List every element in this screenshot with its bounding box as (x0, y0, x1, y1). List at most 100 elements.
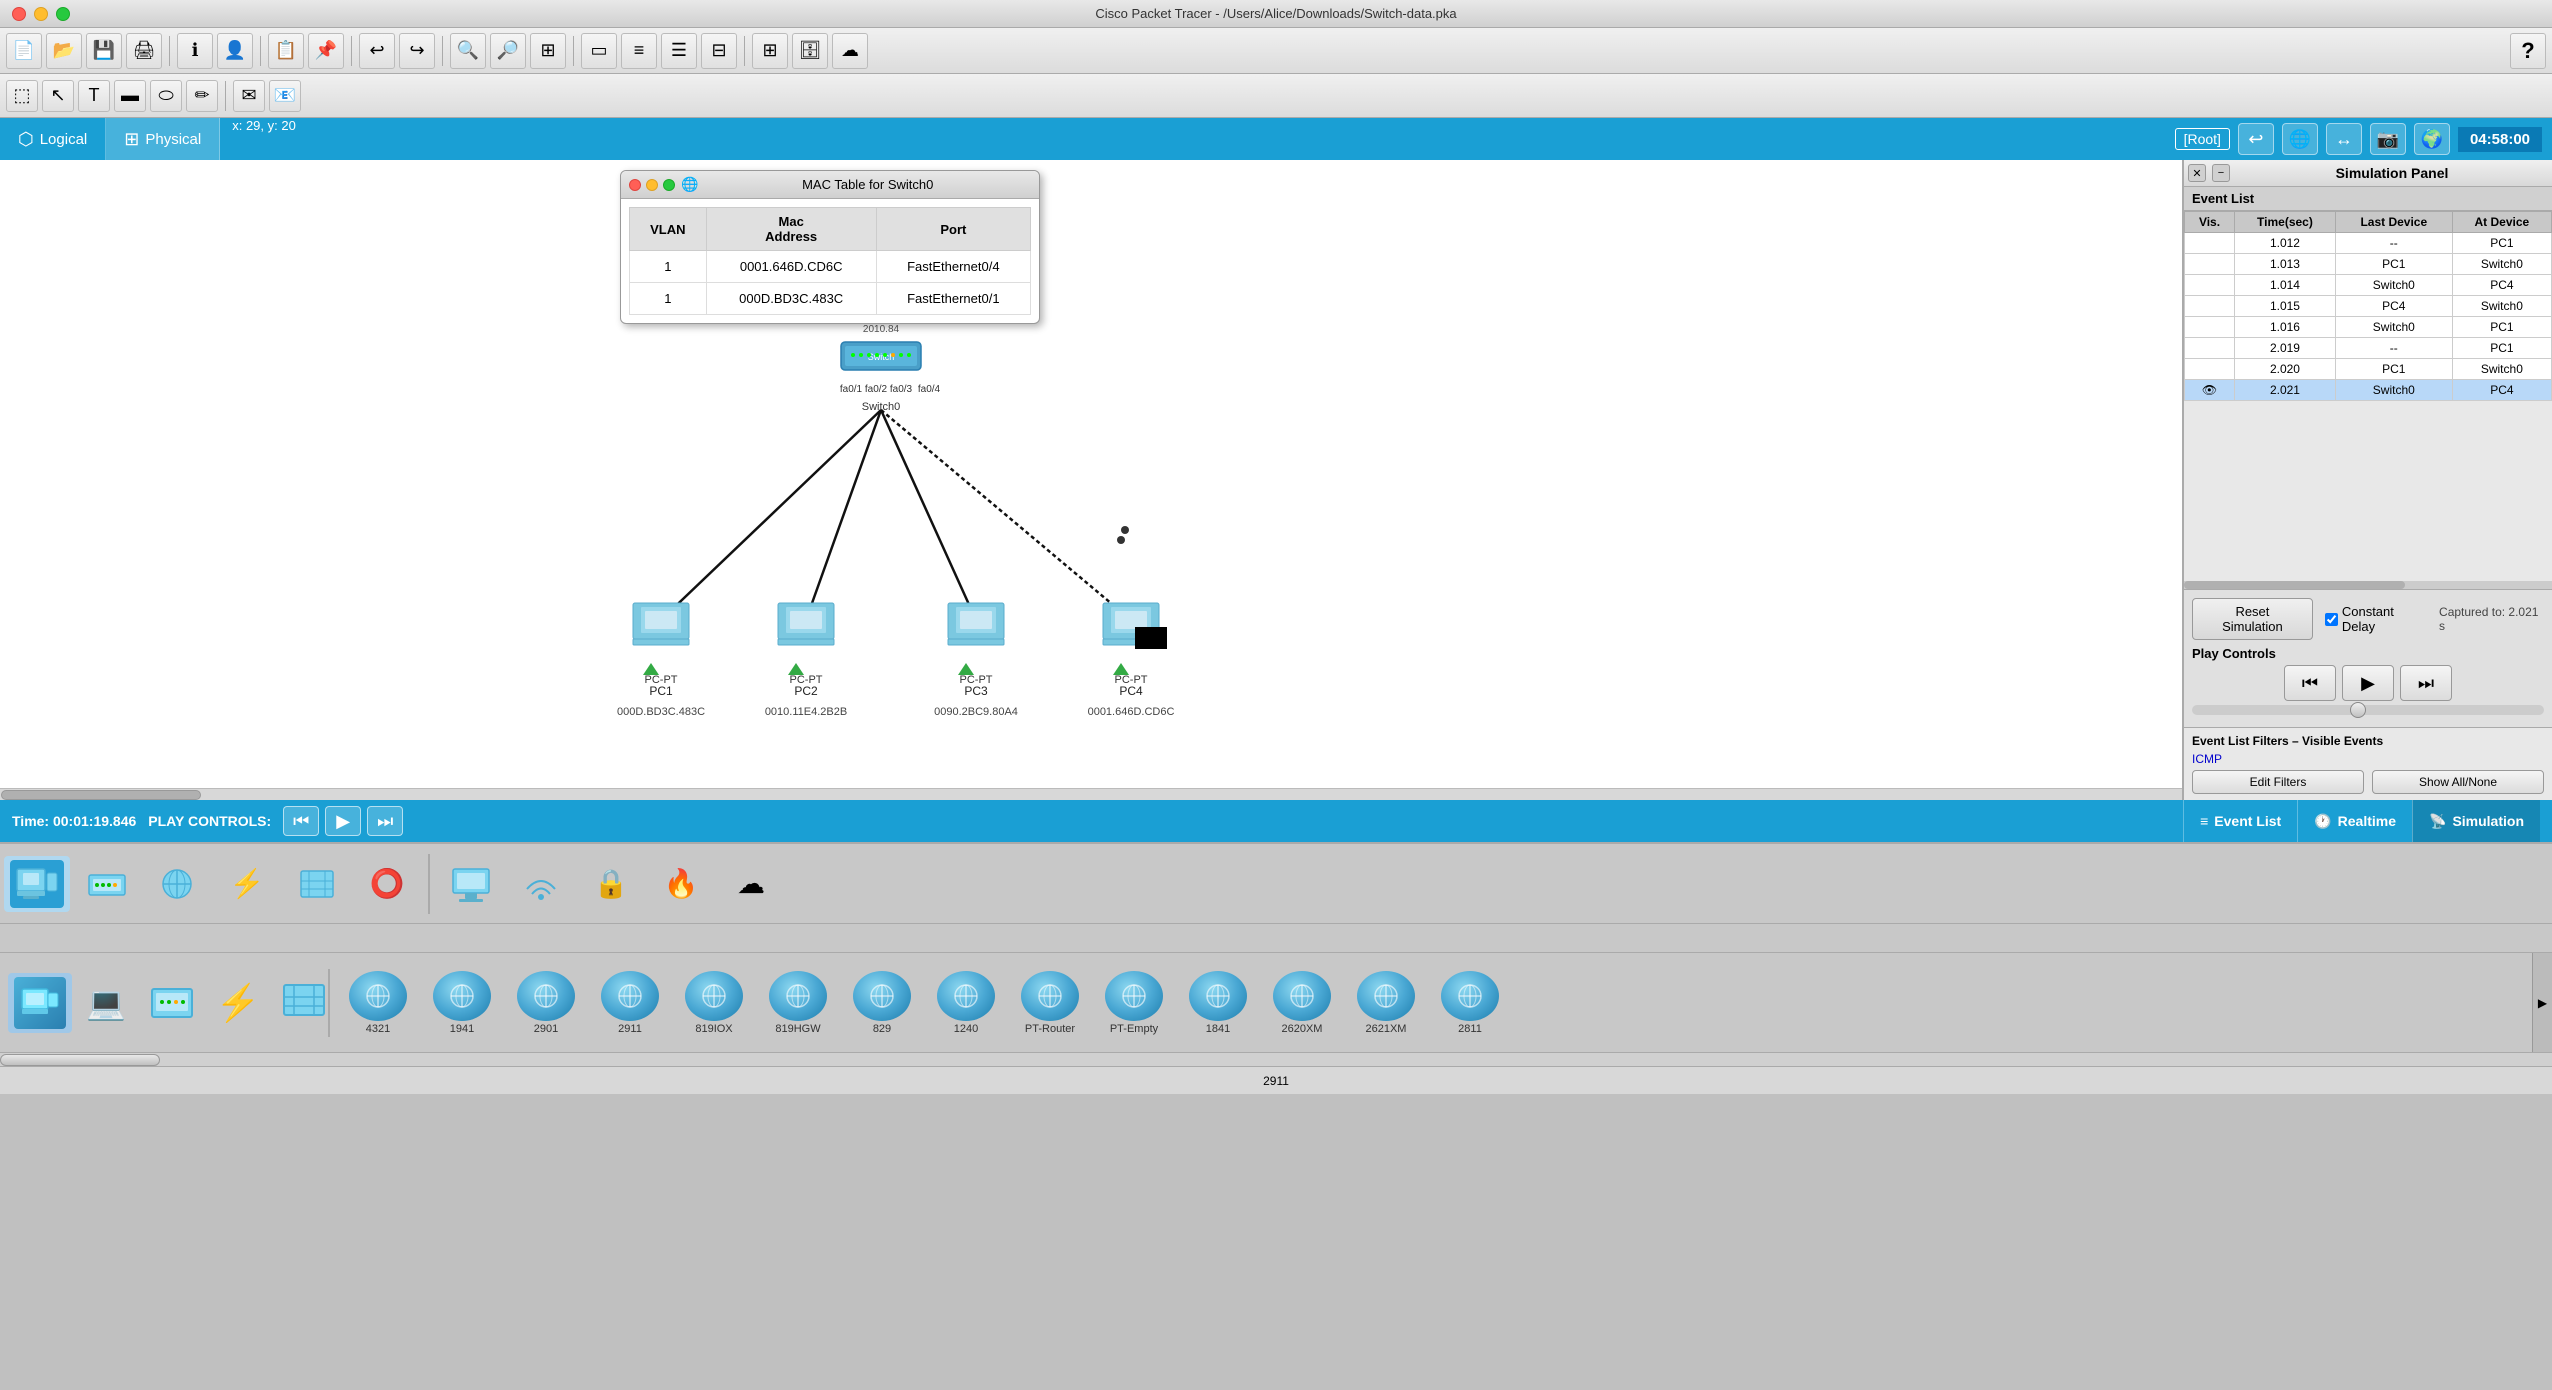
event-scrollbar[interactable] (2184, 581, 2552, 589)
canvas-scrollbar-thumb[interactable] (1, 790, 201, 800)
table-button[interactable]: ⊞ (752, 33, 788, 69)
pc2-device[interactable]: PC-PT PC2 0010.11E4.2B2B (765, 603, 847, 718)
cloud-button[interactable]: ☁ (832, 33, 868, 69)
palette-item-5[interactable] (272, 973, 330, 1033)
palette-cat-monitor[interactable] (438, 856, 504, 912)
zoom-fit-button[interactable]: ⊞ (530, 33, 566, 69)
pointer-tool[interactable]: ↖ (42, 80, 74, 112)
palette-item-lightning[interactable]: ⚡ (206, 973, 270, 1033)
print-button[interactable]: 🖨 (126, 33, 162, 69)
zoom-in-button[interactable]: 🔍 (450, 33, 486, 69)
info-button[interactable]: ℹ (177, 33, 213, 69)
palette-cat-flame[interactable]: 🔥 (648, 856, 714, 912)
globe-button[interactable]: 🌍 (2414, 123, 2450, 155)
palette-cat-routers[interactable] (144, 856, 210, 912)
router-item-2911[interactable]: 2911 (590, 967, 670, 1039)
tab-logical[interactable]: ⬡ Logical (0, 118, 106, 160)
database-button[interactable]: 🗄 (792, 33, 828, 69)
back-button[interactable]: ↩ (2238, 123, 2274, 155)
user-button[interactable]: 👤 (217, 33, 253, 69)
text-tool[interactable]: T (78, 80, 110, 112)
undo-button[interactable]: ↩ (359, 33, 395, 69)
email-send-tool[interactable]: 📧 (269, 80, 301, 112)
palette-cat-lightning[interactable]: ⚡ (214, 856, 280, 912)
sim-minimize-button[interactable]: − (2212, 164, 2230, 182)
tab-simulation[interactable]: 📡 Simulation (2412, 800, 2540, 842)
event-scrollbar-thumb[interactable] (2184, 581, 2405, 589)
skip-back-button[interactable]: ⏮ (2284, 665, 2336, 701)
multiline-button[interactable]: ⊟ (701, 33, 737, 69)
rect-select-button[interactable]: ▭ (581, 33, 617, 69)
status-play-button[interactable]: ▶ (325, 806, 361, 836)
open-button[interactable]: 📂 (46, 33, 82, 69)
router-item-PT-Empty[interactable]: PT-Empty (1094, 967, 1174, 1039)
show-all-none-button[interactable]: Show All/None (2372, 770, 2544, 794)
skip-forward-button[interactable]: ⏭ (2400, 665, 2452, 701)
redo-button[interactable]: ↪ (399, 33, 435, 69)
mac-dialog[interactable]: 🌐 MAC Table for Switch0 VLAN MacAddress … (620, 170, 1040, 324)
palette-item-selected[interactable] (8, 973, 72, 1033)
router-item-819HGW[interactable]: 819HGW (758, 967, 838, 1039)
zoom-out-button[interactable]: 🔎 (490, 33, 526, 69)
rect-tool[interactable]: ▬ (114, 80, 146, 112)
pc1-device[interactable]: PC-PT PC1 000D.BD3C.483C (617, 603, 705, 718)
paste-button[interactable]: 📌 (308, 33, 344, 69)
tab-event-list[interactable]: ≡ Event List (2183, 800, 2297, 842)
progress-thumb[interactable] (2350, 702, 2366, 718)
close-button[interactable] (12, 7, 26, 21)
help-button[interactable]: ? (2510, 33, 2546, 69)
palette-cat-wireless[interactable] (508, 856, 574, 912)
tab-realtime[interactable]: 🕐 Realtime (2297, 800, 2412, 842)
switch-device[interactable]: Switch fa0/1 fa0/2 fa0/3 fa0/4 Switch0 2… (840, 324, 941, 413)
router-item-PT-Router[interactable]: PT-Router (1010, 967, 1090, 1039)
palette-scroll-right[interactable]: ▶ (2532, 953, 2552, 1053)
reset-simulation-button[interactable]: Reset Simulation (2192, 598, 2313, 640)
maximize-button[interactable] (56, 7, 70, 21)
dialog-close[interactable] (629, 179, 641, 191)
router-item-1240[interactable]: 1240 (926, 967, 1006, 1039)
pc3-device[interactable]: PC-PT PC3 0090.2BC9.80A4 (934, 603, 1018, 718)
network-view-button[interactable]: 🌐 (2282, 123, 2318, 155)
copy-button[interactable]: 📋 (268, 33, 304, 69)
tab-physical[interactable]: ⊞ Physical (106, 118, 220, 160)
dialog-minimize[interactable] (646, 179, 658, 191)
bottom-scrollbar-thumb[interactable] (0, 1054, 160, 1066)
router-item-2621XM[interactable]: 2621XM (1346, 967, 1426, 1039)
new-button[interactable]: 📄 (6, 33, 42, 69)
router-item-2620XM[interactable]: 2620XM (1262, 967, 1342, 1039)
pc4-device[interactable]: PC-PT PC4 0001.646D.CD6C (1088, 526, 1175, 718)
forward-button[interactable]: ↔ (2326, 123, 2362, 155)
router-item-1941[interactable]: 1941 (422, 967, 502, 1039)
router-item-1841[interactable]: 1841 (1178, 967, 1258, 1039)
bottom-scrollbar[interactable] (0, 1052, 2552, 1066)
progress-bar[interactable] (2192, 705, 2544, 715)
canvas-scrollbar[interactable] (0, 788, 2182, 800)
dialog-maximize[interactable] (663, 179, 675, 191)
palette-item-3[interactable] (140, 973, 204, 1033)
status-skip-forward-button[interactable]: ⏭ (367, 806, 403, 836)
palette-cat-custom[interactable]: ⭕ (354, 856, 420, 912)
custom-button[interactable]: ≡ (621, 33, 657, 69)
play-button[interactable]: ▶ (2342, 665, 2394, 701)
palette-item-2[interactable]: 💻 (74, 973, 138, 1033)
router-item-2811[interactable]: 2811 (1430, 967, 1510, 1039)
router-item-2901[interactable]: 2901 (506, 967, 586, 1039)
palette-cat-security[interactable]: 🔒 (578, 856, 644, 912)
router-item-819IOX[interactable]: 819IOX (674, 967, 754, 1039)
pen-tool[interactable]: ✏ (186, 80, 218, 112)
sim-close-button[interactable]: ✕ (2188, 164, 2206, 182)
email-tool[interactable]: ✉ (233, 80, 265, 112)
router-item-829[interactable]: 829 (842, 967, 922, 1039)
canvas-area[interactable]: Switch fa0/1 fa0/2 fa0/3 fa0/4 Switch0 2… (0, 160, 2182, 800)
status-skip-back-button[interactable]: ⏮ (283, 806, 319, 836)
ellipse-tool[interactable]: ⬭ (150, 80, 182, 112)
palette-cat-switches[interactable] (74, 856, 140, 912)
palette-cat-cloud[interactable]: ☁ (718, 856, 784, 912)
minimize-button[interactable] (34, 7, 48, 21)
palette-cat-end-devices[interactable] (4, 856, 70, 912)
camera-button[interactable]: 📷 (2370, 123, 2406, 155)
palette-cat-wan[interactable] (284, 856, 350, 912)
router-item-4321[interactable]: 4321 (338, 967, 418, 1039)
edit-filters-button[interactable]: Edit Filters (2192, 770, 2364, 794)
select-tool[interactable]: ⬚ (6, 80, 38, 112)
